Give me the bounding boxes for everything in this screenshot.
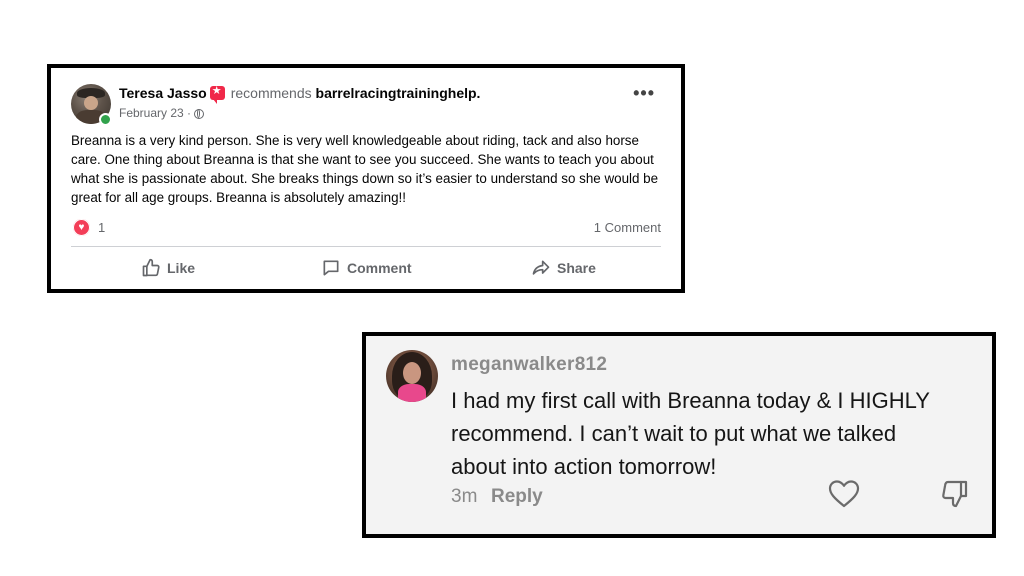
post-actions: Like Comment Share [71,254,661,282]
share-button[interactable]: Share [531,258,596,278]
like-icon [142,258,160,277]
comment-icon [323,260,339,276]
reaction-count[interactable]: 1 [98,220,105,235]
recommend-icon [209,84,225,104]
post-date-line: February 23 · [119,106,205,120]
facebook-recommendation-card: Teresa Jasso recommends barrelracingtrain… [47,64,685,293]
more-icon[interactable]: ••• [633,84,655,102]
heart-outline-icon[interactable] [828,479,860,514]
commenter-username[interactable]: meganwalker812 [451,354,607,376]
recommends-label: recommends [230,85,312,101]
post-header: Teresa Jasso recommends barrelracingtrain… [119,84,481,104]
comment-text: I had my first call with Breanna today &… [451,388,930,479]
post-date[interactable]: February 23 · [119,106,191,120]
comment-count[interactable]: 1 Comment [594,220,661,235]
tiktok-comment-card: meganwalker812 I had my first call with … [362,332,996,538]
like-label: Like [167,260,196,276]
thumbs-down-icon[interactable] [940,479,968,514]
commenter-avatar[interactable] [386,350,438,402]
online-status-dot [99,113,112,126]
page-name-link[interactable]: barrelracingtraininghelp. [316,85,481,101]
share-icon [532,260,550,275]
share-label: Share [557,260,596,276]
author-name[interactable]: Teresa Jasso [119,85,207,101]
heart-reaction-icon[interactable]: ♥ [73,219,90,236]
globe-icon [194,109,205,119]
post-body: Breanna is a very kind person. She is ve… [71,133,659,205]
divider [71,246,661,247]
post-stats: ♥ 1 1 Comment [71,218,661,238]
comment-label: Comment [347,260,412,276]
like-button[interactable]: Like [141,258,195,278]
comment-time: 3m [451,486,478,507]
comment-button[interactable]: Comment [321,258,412,278]
reply-button[interactable]: Reply [491,486,543,508]
